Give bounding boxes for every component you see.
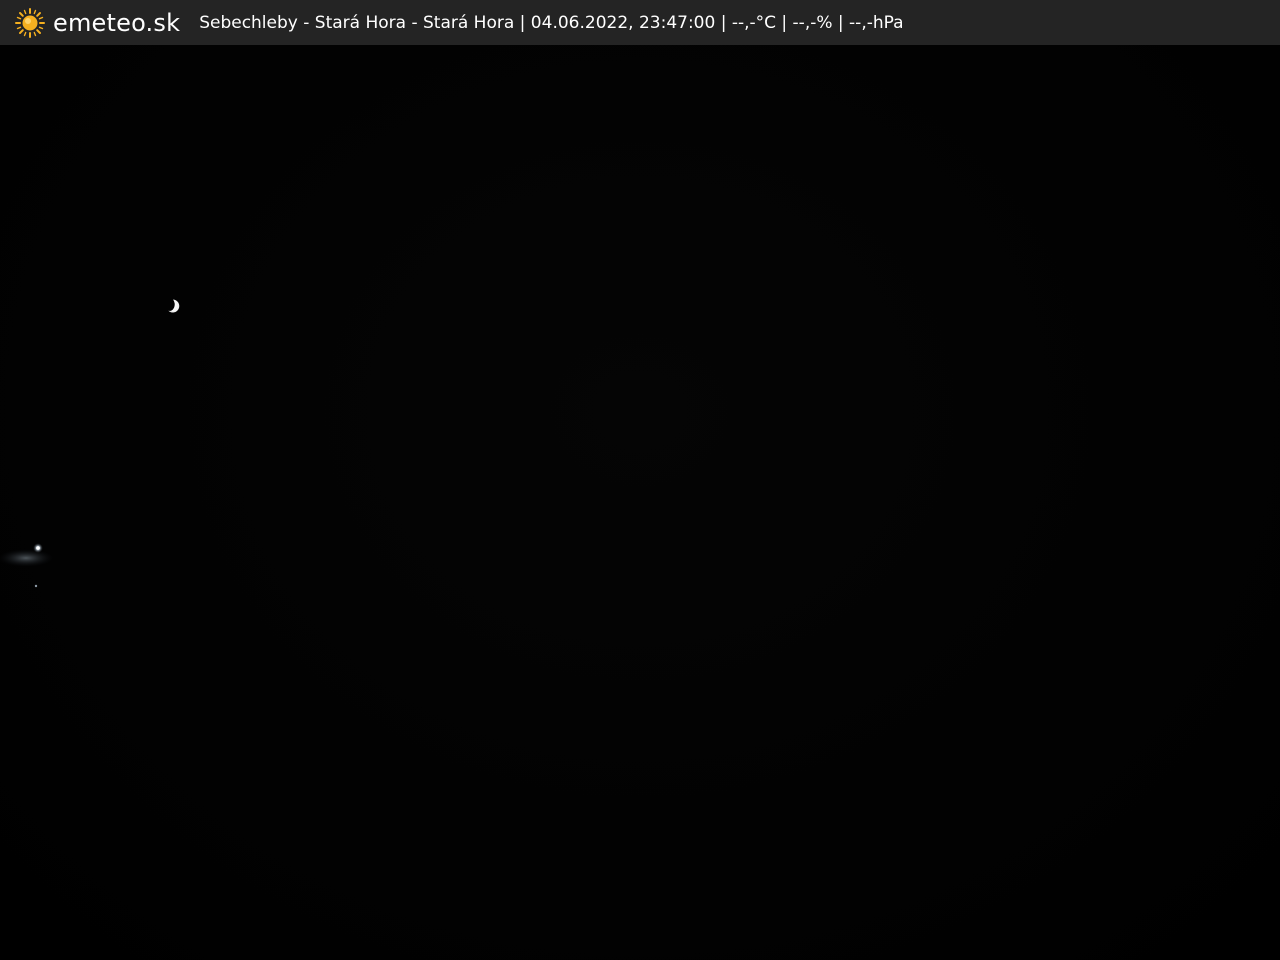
sun-icon	[15, 7, 45, 38]
night-sky-scene	[0, 45, 1280, 960]
moon-icon	[168, 299, 180, 313]
brand-logo[interactable]: emeteo.sk	[14, 0, 180, 45]
webcam-frame: emeteo.sk Sebechleby - Stará Hora - Star…	[0, 0, 1280, 960]
brand-name: emeteo.sk	[53, 8, 181, 37]
light-glow	[0, 543, 54, 588]
header-bar: emeteo.sk Sebechleby - Stará Hora - Star…	[0, 0, 1280, 45]
station-caption: Sebechleby - Stará Hora - Stará Hora | 0…	[199, 12, 904, 33]
